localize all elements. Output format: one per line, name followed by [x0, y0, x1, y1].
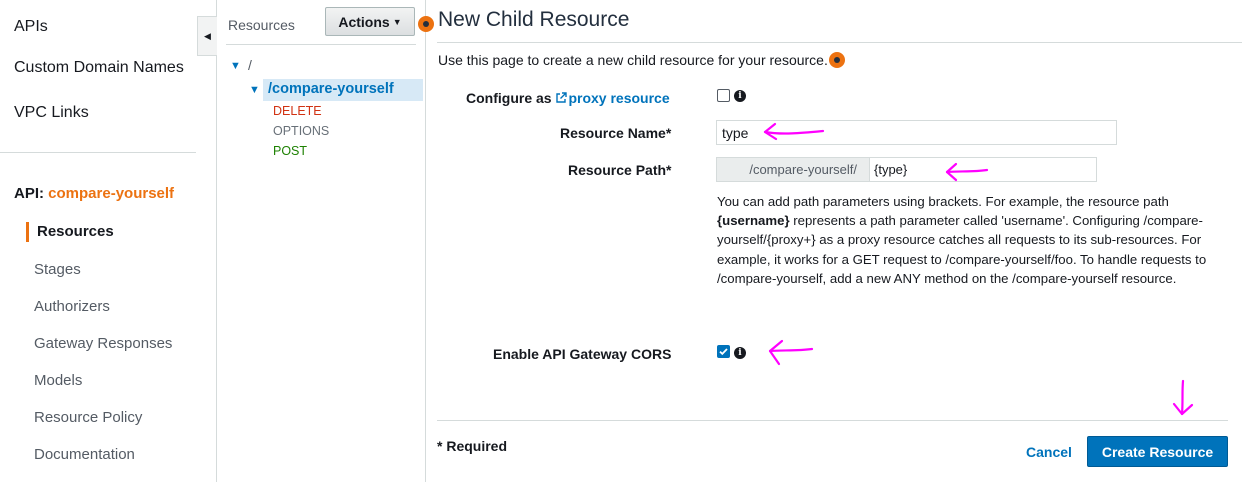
- info-icon[interactable]: i: [734, 347, 746, 359]
- caret-down-icon[interactable]: ▼: [230, 60, 241, 72]
- nav-item-resource-policy[interactable]: Resource Policy: [34, 409, 142, 426]
- page-title: New Child Resource: [438, 8, 630, 31]
- actions-dropdown-button[interactable]: Actions ▼: [325, 7, 415, 36]
- resource-name-label: Resource Name*: [560, 125, 672, 141]
- checkmark-icon: [719, 348, 728, 356]
- resource-path-label: Resource Path*: [568, 162, 672, 178]
- nav-item-authorizers[interactable]: Authorizers: [34, 298, 110, 315]
- help-text-part-2: represents a path parameter called 'user…: [717, 213, 1207, 286]
- intro-text: Use this page to create a new child reso…: [438, 52, 828, 68]
- tree-divider: [226, 44, 416, 45]
- nav-item-stages[interactable]: Stages: [34, 261, 81, 278]
- resource-path-prefix: /compare-yourself/: [716, 157, 869, 182]
- footer-divider: [437, 420, 1228, 421]
- left-navigation: APIs Custom Domain Names VPC Links API: …: [0, 0, 217, 482]
- nav-item-gateway-responses[interactable]: Gateway Responses: [34, 335, 172, 352]
- actions-label: Actions: [338, 13, 390, 30]
- nav-item-apis[interactable]: APIs: [14, 18, 48, 36]
- method-options[interactable]: OPTIONS: [273, 124, 329, 138]
- caret-left-icon: ◀: [204, 30, 211, 41]
- api-title-prefix: API:: [14, 185, 44, 202]
- api-title: API: compare-yourself: [14, 185, 174, 202]
- nav-divider: [0, 152, 196, 153]
- collapse-nav-button[interactable]: ◀: [197, 16, 217, 56]
- enable-cors-checkbox[interactable]: [717, 345, 730, 358]
- info-icon[interactable]: i: [734, 90, 746, 102]
- arrow-annotation: [763, 122, 825, 141]
- help-text-part-1: You can add path parameters using bracke…: [717, 194, 1169, 209]
- resources-heading: Resources: [228, 17, 295, 33]
- nav-item-models[interactable]: Models: [34, 372, 82, 389]
- required-note: * Required: [437, 438, 508, 454]
- external-link-icon: [556, 92, 568, 103]
- nav-item-documentation[interactable]: Documentation: [34, 446, 135, 463]
- proxy-label-prefix: Configure as: [466, 90, 556, 106]
- help-dot-icon[interactable]: [829, 52, 845, 68]
- tree-node-compare-yourself[interactable]: /compare-yourself: [268, 81, 394, 97]
- arrow-annotation: [768, 339, 814, 366]
- help-dot-icon[interactable]: [418, 16, 434, 32]
- proxy-resource-checkbox[interactable]: [717, 89, 730, 102]
- tree-node-root[interactable]: /: [248, 57, 252, 73]
- enable-cors-label: Enable API Gateway CORS: [493, 346, 672, 362]
- proxy-resource-link[interactable]: proxy resource: [555, 90, 670, 106]
- proxy-link-text: proxy resource: [568, 90, 670, 106]
- arrow-annotation: [1172, 379, 1194, 416]
- create-resource-button[interactable]: Create Resource: [1087, 436, 1228, 467]
- resource-path-help-text: You can add path parameters using bracke…: [717, 192, 1222, 288]
- help-text-param-example: {username}: [717, 213, 790, 229]
- title-divider: [437, 42, 1242, 43]
- resource-tree-panel: Resources Actions ▼ ▼ / ▼ /compare-yours…: [218, 0, 426, 482]
- arrow-annotation: [945, 162, 989, 182]
- caret-down-icon[interactable]: ▼: [249, 84, 260, 96]
- nav-item-resources[interactable]: Resources: [26, 222, 114, 242]
- api-name[interactable]: compare-yourself: [48, 185, 174, 202]
- method-post[interactable]: POST: [273, 144, 307, 158]
- proxy-resource-label: Configure as proxy resource: [466, 90, 670, 106]
- cancel-button[interactable]: Cancel: [1026, 444, 1072, 460]
- nav-item-custom-domain-names[interactable]: Custom Domain Names: [14, 59, 184, 77]
- chevron-down-icon: ▼: [392, 16, 402, 27]
- method-delete[interactable]: DELETE: [273, 104, 322, 118]
- nav-item-vpc-links[interactable]: VPC Links: [14, 104, 89, 122]
